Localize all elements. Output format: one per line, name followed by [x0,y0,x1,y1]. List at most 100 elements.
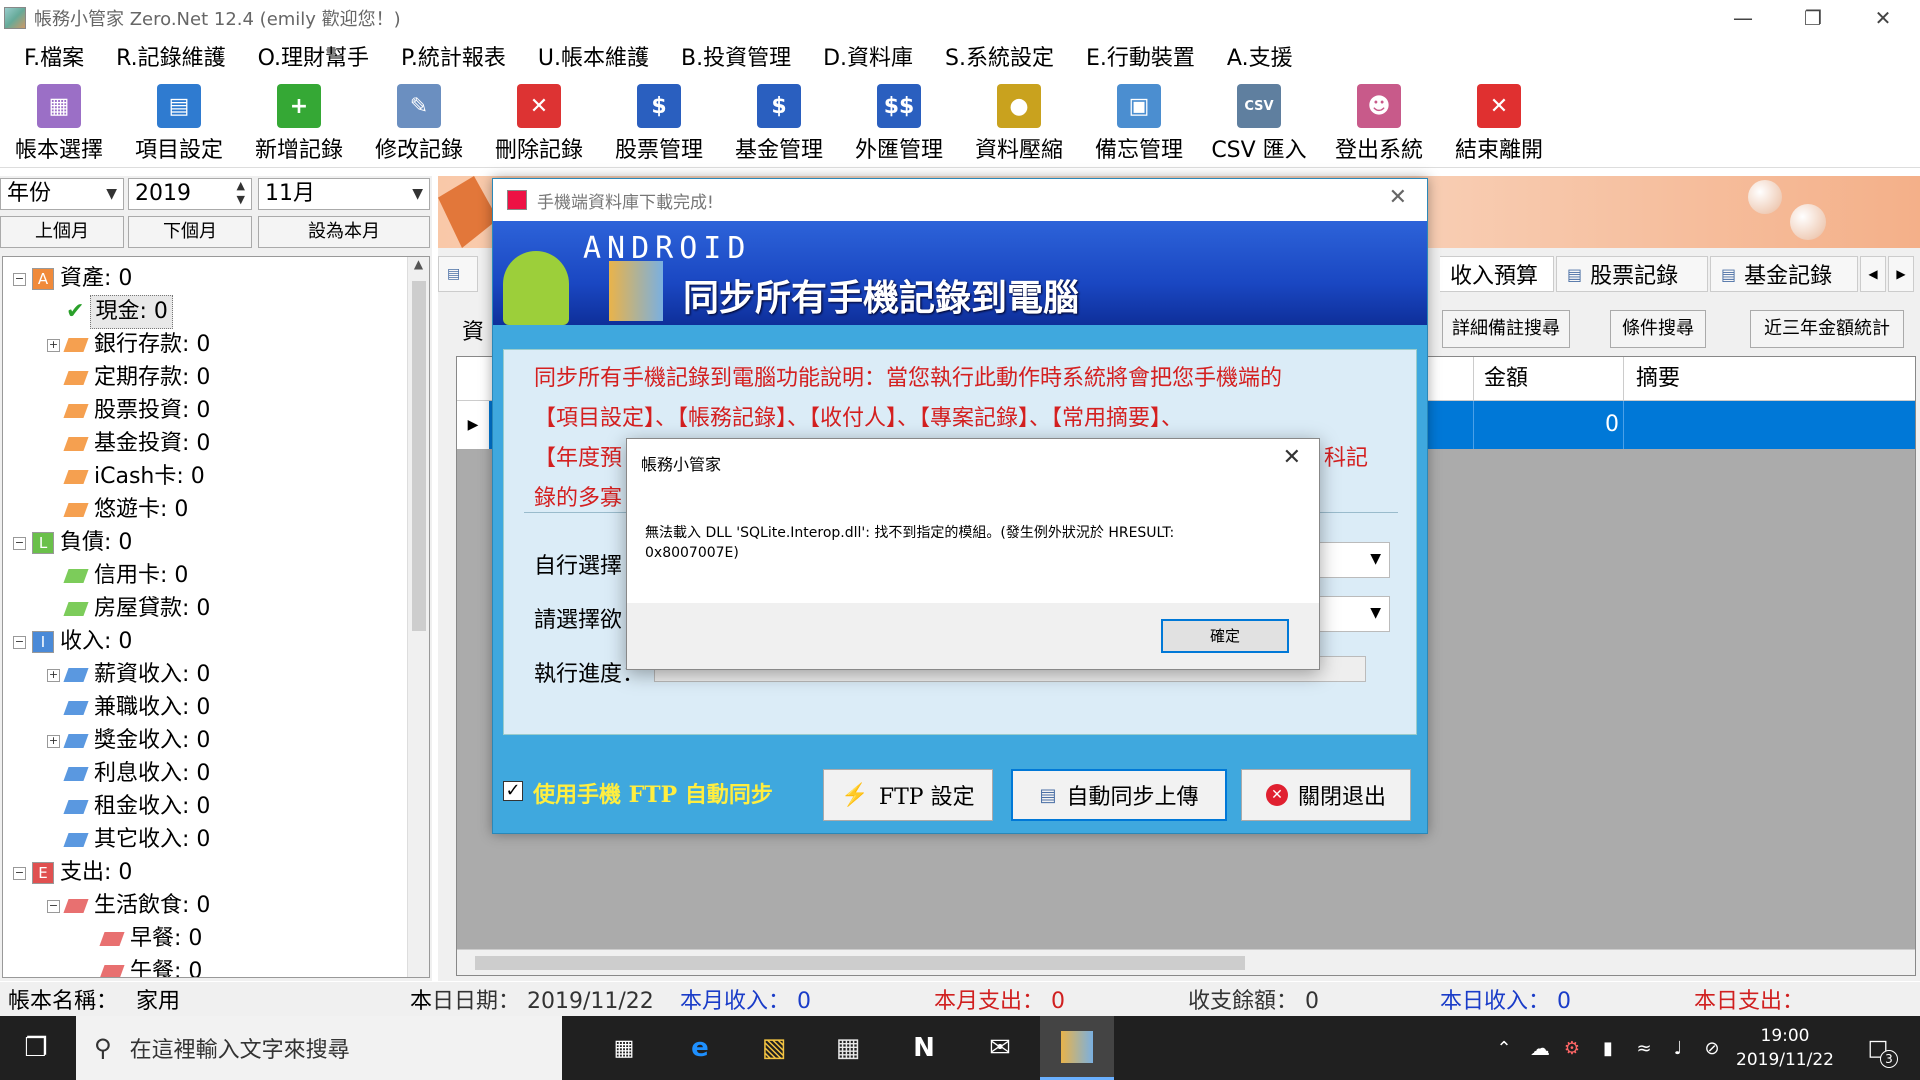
toolbar-compress-button[interactable]: ● 資料壓縮 [960,76,1078,168]
toolbar-delete-button[interactable]: ✕ 刪除記錄 [480,76,598,168]
tree-node[interactable]: ✔ 現金: 0 [47,295,173,329]
account-tree[interactable]: ▲ − A 資產: 0 ✔ 現金: 0 + 銀行存款: 0 定期存款: 0 股票投資: 0 基金投… [2,256,430,978]
notification-icon[interactable]: □ 3 [1856,1026,1900,1070]
menu-file[interactable]: F.檔案 [24,40,84,72]
tab-scroll-left-icon[interactable]: ◀ [1860,256,1886,292]
tab-fund-records[interactable]: ▤ 基金記錄 [1710,256,1858,292]
current-month-button[interactable]: 設為本月 [258,216,430,248]
menu-reports[interactable]: P.統計報表 [401,40,506,72]
close-exit-button[interactable]: ✕ 關閉退出 [1241,769,1411,821]
toolbar-edit-button[interactable]: ✎ 修改記錄 [360,76,478,168]
detail-search-button[interactable]: 詳細備註搜尋 [1442,310,1570,348]
store-icon[interactable]: ▦ [826,1026,870,1070]
tree-node[interactable]: 午餐: 0 [83,956,202,977]
three-year-stats-button[interactable]: 近三年金額統計 [1750,310,1904,348]
grid-hscrollbar[interactable] [457,949,1915,975]
ftp-settings-button[interactable]: ⚡ FTP 設定 [823,769,993,821]
tree-node[interactable]: 利息收入: 0 [47,758,210,790]
close-icon: ✕ [1265,784,1288,806]
hscroll-thumb[interactable] [475,956,1245,970]
next-month-button[interactable]: 下個月 [128,216,252,248]
toolbar-books-button[interactable]: ▦ 帳本選擇 [0,76,118,168]
tree-node[interactable]: 定期存款: 0 [47,362,210,394]
expand-icon[interactable]: + [47,734,60,748]
tree-node[interactable]: 其它收入: 0 [47,824,210,856]
menu-settings[interactable]: S.系統設定 [945,40,1054,72]
app-n-icon[interactable]: N [902,1026,946,1070]
tree-node[interactable]: 租金收入: 0 [47,791,210,823]
tree-node[interactable]: 早餐: 0 [83,923,202,955]
menu-records[interactable]: R.記錄維護 [116,40,226,72]
expand-icon[interactable]: + [47,668,60,682]
toolbar-exit-button[interactable]: ✕ 結束離開 [1440,76,1558,168]
collapse-icon[interactable]: − [13,272,26,286]
tree-node[interactable]: − 生活飲食: 0 [47,890,210,922]
tree-node[interactable]: 兼職收入: 0 [47,692,210,724]
restore-button[interactable]: ❐ [1782,0,1844,36]
condition-search-button[interactable]: 條件搜尋 [1610,310,1706,348]
task-view-icon[interactable]: ▦ [602,1026,646,1070]
menu-database[interactable]: D.資料庫 [823,40,913,72]
tree-node[interactable]: − A 資產: 0 [13,263,132,295]
tab-scroll-right-icon[interactable]: ▶ [1888,256,1914,292]
tab-stock-records[interactable]: ▤ 股票記錄 [1556,256,1708,292]
file-explorer-icon[interactable]: ▧ [752,1026,796,1070]
prev-month-button[interactable]: 上個月 [0,216,124,248]
scroll-up-icon[interactable]: ▲ [408,257,429,271]
close-icon[interactable]: ✕ [1283,445,1301,470]
scroll-thumb[interactable] [412,281,426,631]
taskbar-search[interactable]: ⚲ 在這裡輸入文字來搜尋 [76,1016,562,1080]
menu-books[interactable]: U.帳本維護 [538,40,649,72]
tree-node[interactable]: − E 支出: 0 [13,857,132,889]
col-amount[interactable]: 金額 [1473,357,1633,401]
period-type-select[interactable]: 年份 ▼ [0,178,124,210]
mail-icon[interactable]: ✉ [978,1026,1022,1070]
tree-node[interactable]: 悠遊卡: 0 [47,494,188,526]
ftp-checkbox[interactable]: ✓ [503,781,523,801]
menu-finance[interactable]: O.理財幫手 [258,40,369,72]
close-icon[interactable]: ✕ [1389,185,1407,210]
auto-sync-upload-button[interactable]: ▤ 自動同步上傳 [1011,769,1227,821]
menu-invest[interactable]: B.投資管理 [681,40,791,72]
tree-node[interactable]: 房屋貸款: 0 [47,593,210,625]
tab-income-budget[interactable]: 收入預算 [1440,256,1554,292]
close-button[interactable]: ✕ [1852,0,1914,36]
windows-start-icon[interactable]: ❐ [14,1026,58,1070]
minimize-button[interactable]: — [1712,0,1774,36]
ok-button[interactable]: 確定 [1161,619,1289,653]
tree-node[interactable]: + 薪資收入: 0 [47,659,210,691]
toolbar-csv-button[interactable]: CSV CSV 匯入 [1200,76,1318,168]
tree-node[interactable]: 信用卡: 0 [47,560,188,592]
tree-node[interactable]: iCash卡: 0 [47,461,205,493]
toolbar-table-button[interactable]: ▤ 項目設定 [120,76,238,168]
toolbar-stock-button[interactable]: $ 股票管理 [600,76,718,168]
tree-node[interactable]: 股票投資: 0 [47,395,210,427]
tree-node[interactable]: 基金投資: 0 [47,428,210,460]
tree-node[interactable]: − I 收入: 0 [13,626,132,658]
edge-icon[interactable]: e [678,1026,722,1070]
collapse-icon[interactable]: − [13,866,26,880]
toolbar-forex-button[interactable]: $$ 外匯管理 [840,76,958,168]
tree-node-label: 悠遊卡: 0 [94,497,189,522]
toolbar-monitor-button[interactable]: ▣ 備忘管理 [1080,76,1198,168]
tree-node[interactable]: + 獎金收入: 0 [47,725,210,757]
expand-icon[interactable]: + [47,338,60,352]
collapse-icon[interactable]: − [13,635,26,649]
month-select[interactable]: 11月 ▼ [258,178,430,210]
toolbar-fund-button[interactable]: $ 基金管理 [720,76,838,168]
collapse-icon[interactable]: − [47,899,60,913]
tree-scrollbar[interactable]: ▲ [407,257,429,977]
year-input[interactable]: 2019 ▲ ▼ [128,178,252,210]
clock[interactable]: 19:00 2019/11/22 [1730,1024,1840,1072]
col-summary[interactable]: 摘要 [1623,357,1883,401]
active-app-icon[interactable] [1040,1016,1114,1080]
toolbar-add-button[interactable]: + 新增記錄 [240,76,358,168]
menu-support[interactable]: A.支援 [1227,40,1293,72]
tree-node[interactable]: − L 負債: 0 [13,527,132,559]
collapse-icon[interactable]: − [13,536,26,550]
mute-icon[interactable]: ⊘ [1690,1026,1734,1070]
toolbar-users-button[interactable]: ☻ 登出系統 [1320,76,1438,168]
menu-mobile[interactable]: E.行動裝置 [1086,40,1195,72]
tab-records[interactable]: ▤ [438,256,478,292]
tree-node[interactable]: + 銀行存款: 0 [47,329,210,361]
